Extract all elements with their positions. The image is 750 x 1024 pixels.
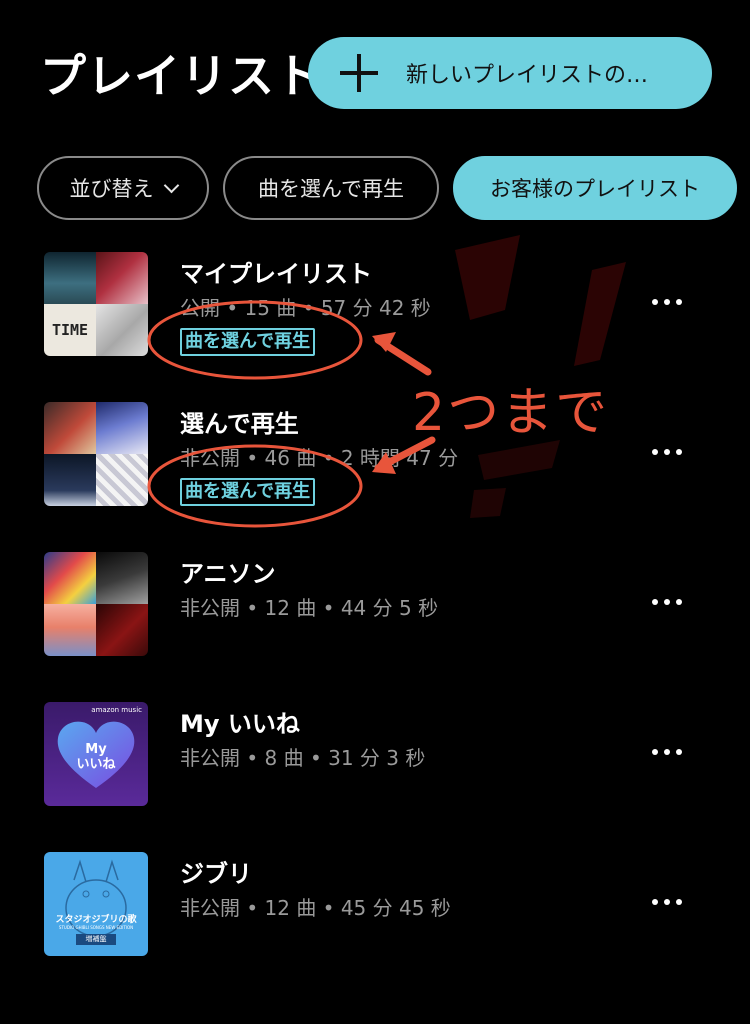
artwork-line-2: いいね [76, 757, 116, 772]
playlist-row[interactable]: 選んで再生 非公開 • 46 曲 • 2 時間 47 分 曲を選んで再生 [0, 400, 750, 508]
playlist-title: My いいね [180, 710, 300, 738]
select-play-chip[interactable]: 曲を選んで再生 [223, 156, 439, 220]
playlist-row[interactable]: amazon music My いいね My いいね 非公開 • 8 曲 • 3… [0, 700, 750, 808]
more-options-icon[interactable] [652, 746, 682, 758]
chevron-down-icon [163, 177, 179, 194]
select-play-badge: 曲を選んで再生 [180, 478, 316, 506]
playlist-row[interactable]: TIME マイプレイリスト 公開 • 15 曲 • 57 分 42 秒 曲を選ん… [0, 250, 750, 358]
select-play-chip-label: 曲を選んで再生 [258, 177, 404, 201]
select-play-badge: 曲を選んで再生 [180, 328, 316, 356]
sort-chip-label: 並び替え [69, 177, 154, 201]
playlist-title: マイプレイリスト [180, 260, 372, 288]
playlist-meta: 非公開 • 12 曲 • 44 分 5 秒 [180, 596, 439, 620]
playlist-meta: 非公開 • 46 曲 • 2 時間 47 分 [180, 446, 459, 470]
more-options-icon[interactable] [652, 446, 682, 458]
playlists-screen: プレイリスト 新しいプレイリストの… 並び替え 曲を選んで再生 お客様のプレイリ… [0, 0, 750, 1024]
playlist-meta: 非公開 • 12 曲 • 45 分 45 秒 [180, 896, 451, 920]
playlist-title: ジブリ [180, 860, 252, 888]
playlist-meta: 公開 • 15 曲 • 57 分 42 秒 [180, 296, 431, 320]
artwork-tag: 増補盤 [76, 934, 116, 945]
playlist-row[interactable]: スタジオジブリの歌 STUDIO GHIBLI SONGS NEW EDITIO… [0, 850, 750, 958]
more-options-icon[interactable] [652, 896, 682, 908]
playlist-title: アニソン [180, 560, 276, 588]
playlist-artwork [44, 402, 148, 506]
playlist-artwork: スタジオジブリの歌 STUDIO GHIBLI SONGS NEW EDITIO… [44, 852, 148, 956]
playlist-artwork [44, 552, 148, 656]
more-options-icon[interactable] [652, 596, 682, 608]
artwork-time-text: TIME [51, 321, 89, 339]
artwork-subtitle: STUDIO GHIBLI SONGS NEW EDITION [58, 925, 134, 930]
playlist-meta: 非公開 • 8 曲 • 31 分 3 秒 [180, 746, 426, 770]
playlist-artwork: TIME [44, 252, 148, 356]
sort-chip[interactable]: 並び替え [37, 156, 209, 220]
artwork-title: スタジオジブリの歌 [55, 915, 137, 925]
your-playlists-chip-label: お客様のプレイリスト [490, 177, 700, 201]
more-options-icon[interactable] [652, 296, 682, 308]
plus-icon [340, 54, 378, 92]
playlist-title: 選んで再生 [180, 410, 299, 438]
annotation-text: 2つまで [412, 383, 610, 443]
new-playlist-button[interactable]: 新しいプレイリストの… [308, 37, 712, 109]
playlist-row[interactable]: アニソン 非公開 • 12 曲 • 44 分 5 秒 [0, 550, 750, 658]
playlist-artwork: amazon music My いいね [44, 702, 148, 806]
your-playlists-chip[interactable]: お客様のプレイリスト [453, 156, 737, 220]
page-title: プレイリスト [40, 49, 322, 103]
new-playlist-label: 新しいプレイリストの… [406, 63, 649, 88]
artwork-line-1: My [85, 742, 107, 757]
